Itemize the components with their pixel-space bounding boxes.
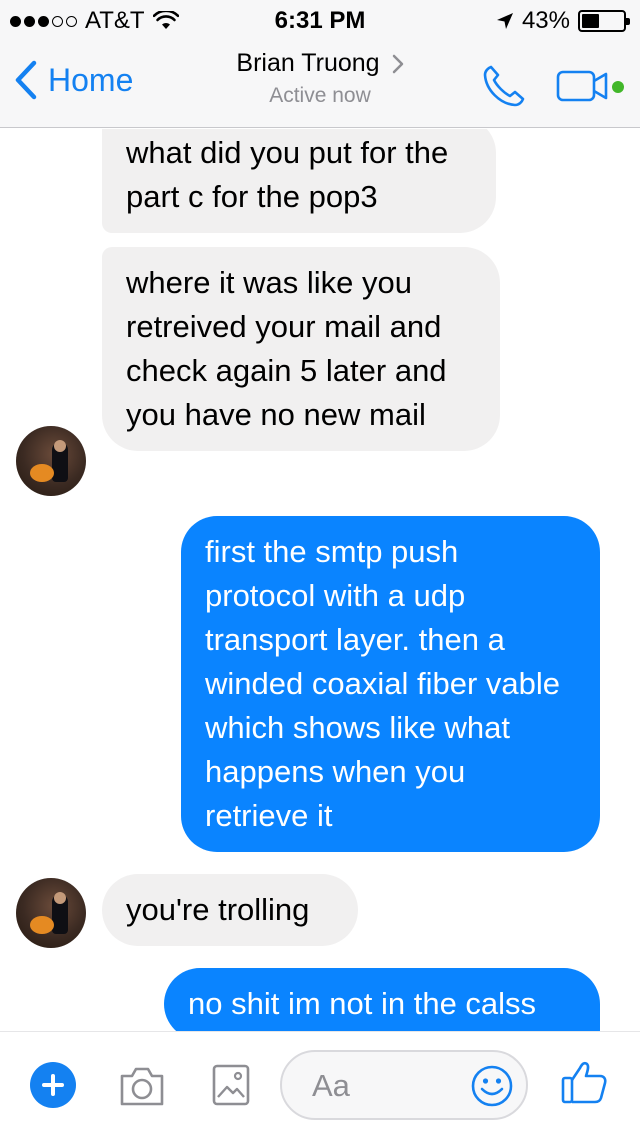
contact-info: Brian Truong Active now (0, 49, 640, 108)
incoming-message[interactable]: where it was like you retreived your mai… (102, 247, 500, 451)
active-status: Active now (269, 84, 371, 107)
message-input-placeholder: Aa (312, 1068, 350, 1103)
outgoing-message[interactable]: no shit im not in the calss (164, 968, 600, 1031)
message-input[interactable]: Aa (280, 1050, 528, 1120)
outgoing-message[interactable]: first the smtp push protocol with a udp … (181, 516, 600, 852)
contact-name: Brian Truong (236, 49, 380, 77)
message-composer: Aa (0, 1031, 640, 1136)
emoji-icon[interactable] (470, 1064, 514, 1108)
contact-avatar[interactable] (16, 878, 86, 948)
status-bar: AT&T 6:31 PM 43% (0, 0, 640, 40)
camera-icon[interactable] (118, 1064, 166, 1108)
phone-call-button[interactable] (480, 62, 528, 110)
conversation-header: Home Brian Truong Active now (0, 40, 640, 128)
incoming-message[interactable]: you're trolling (102, 874, 358, 946)
contact-avatar[interactable] (16, 426, 86, 496)
battery-icon (578, 10, 630, 32)
battery-percent: 43% (521, 7, 570, 34)
message-list: what did you put for the part c for the … (0, 129, 640, 1031)
plus-icon[interactable] (30, 1062, 76, 1108)
incoming-message[interactable]: what did you put for the part c for the … (102, 129, 496, 233)
chevron-right-icon (392, 54, 403, 73)
contact-name-button[interactable]: Brian Truong (236, 49, 403, 78)
image-icon[interactable] (212, 1064, 250, 1106)
thumbs-up-icon[interactable] (560, 1058, 608, 1106)
location-arrow-icon (496, 13, 513, 29)
video-call-button[interactable] (556, 68, 628, 104)
